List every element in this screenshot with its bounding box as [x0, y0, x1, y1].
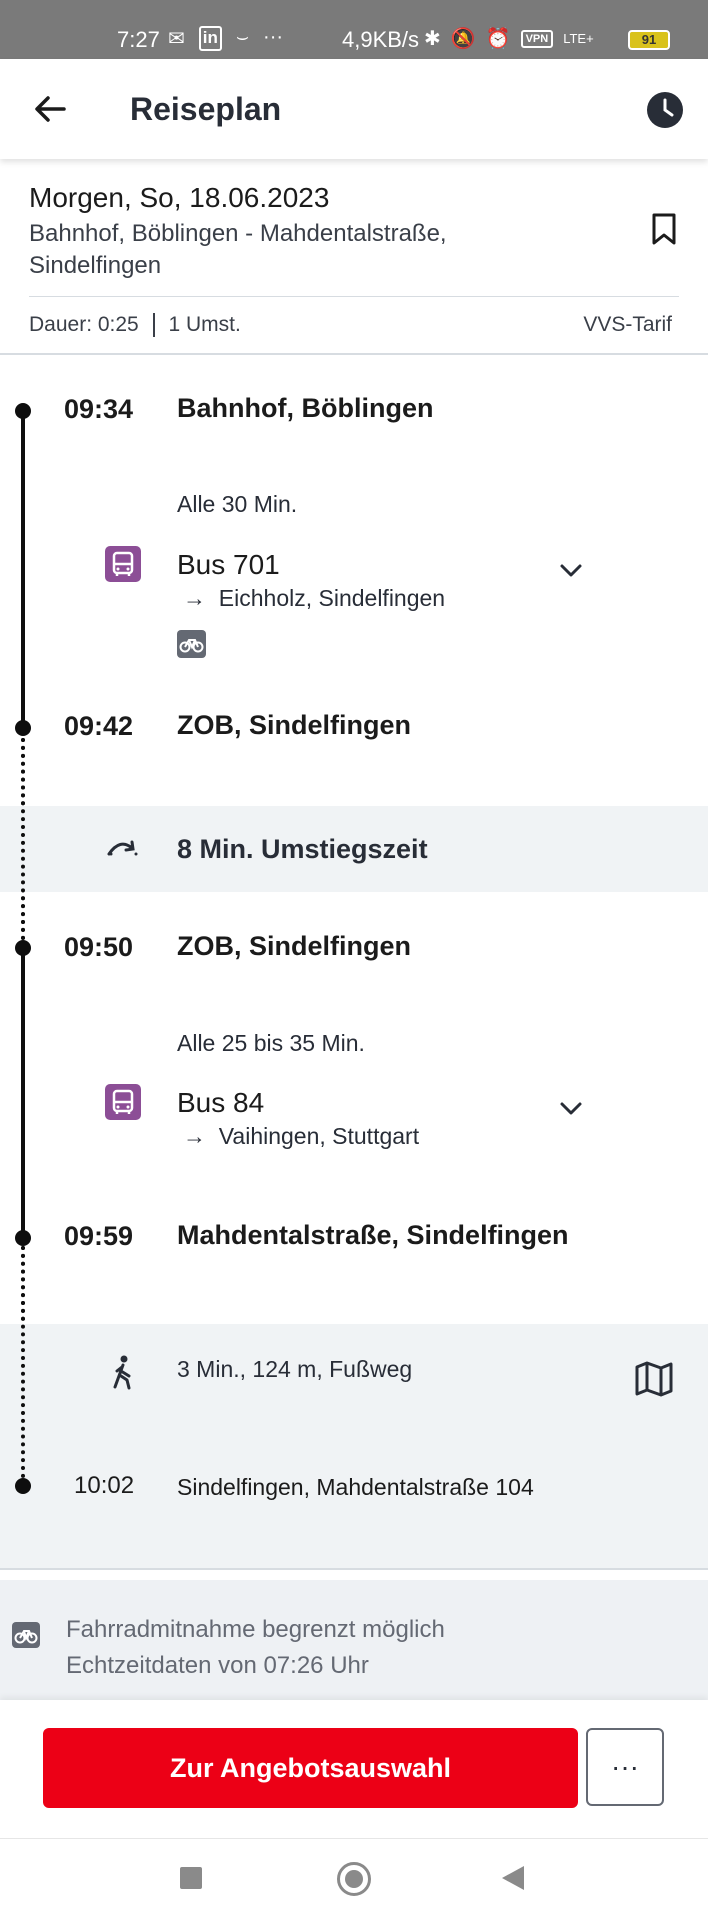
status-bar: 7:27 ✉ in ⌣ ··· 4,9KB/s ✱ 🔕 ⏰ VPN LTE+ 9… — [0, 0, 708, 59]
battery-icon: 91 — [628, 30, 670, 50]
summary-separator — [0, 353, 708, 355]
leg2-direction-text: Vaihingen, Stuttgart — [218, 1123, 420, 1149]
map-icon[interactable] — [634, 1360, 674, 1398]
timeline-node-departure-2 — [15, 940, 31, 956]
leg1-arrival-time: 09:42 — [64, 711, 134, 741]
home-icon[interactable] — [337, 1862, 371, 1896]
final-destination: Sindelfingen, Mahdentalstraße 104 — [177, 1474, 534, 1500]
vpn-icon: VPN — [520, 29, 554, 48]
leg2-direction: → Vaihingen, Stuttgart — [183, 1123, 419, 1150]
leg1-direction-text: Eichholz, Sindelfingen — [218, 585, 446, 611]
leg1-departure-time: 09:34 — [64, 394, 134, 424]
leg2-arrival-time: 09:59 — [64, 1221, 134, 1251]
walk-description: 3 Min., 124 m, Fußweg — [177, 1356, 413, 1382]
timeline-node-destination — [15, 1478, 31, 1494]
transfer-time-label: 8 Min. Umstiegszeit — [177, 834, 428, 864]
leg2-frequency: Alle 25 bis 35 Min. — [177, 1030, 365, 1056]
clock-icon[interactable] — [646, 91, 684, 129]
system-icons: ✱ 🔕 ⏰ VPN LTE+ — [424, 26, 594, 51]
timeline-node-arrival-2 — [15, 1230, 31, 1246]
trip-route: Bahnhof, Böblingen - Mahdentalstraße, Si… — [29, 220, 447, 279]
trip-transfers: 1 Umst. — [168, 313, 241, 336]
walk-separator — [0, 1568, 708, 1570]
bookmark-icon[interactable] — [650, 212, 678, 246]
leg1-frequency: Alle 30 Min. — [177, 491, 298, 517]
realtime-info-text: Echtzeitdaten von 07:26 Uhr — [66, 1652, 369, 1679]
nav-back-icon[interactable] — [502, 1866, 524, 1890]
more-notifications-icon: ··· — [263, 26, 284, 48]
bike-icon — [12, 1622, 40, 1648]
trip-meta: Dauer: 0:25 1 Umst. — [29, 313, 241, 338]
page-title: Reiseplan — [130, 91, 282, 127]
action-bar: Zur Angebotsauswahl ··· — [0, 1700, 708, 1838]
more-options-button[interactable]: ··· — [586, 1728, 664, 1806]
trip-date: Morgen, So, 18.06.2023 — [29, 182, 330, 213]
bike-info-text: Fahrradmitnahme begrenzt möglich — [66, 1616, 445, 1643]
bus-icon — [105, 546, 141, 582]
back-arrow-icon[interactable] — [30, 89, 70, 129]
trip-summary: Morgen, So, 18.06.2023 Bahnhof, Böblinge… — [0, 170, 708, 355]
timeline-segment-bus-84 — [21, 948, 25, 1238]
leg1-arrival-stop[interactable]: ZOB, Sindelfingen — [177, 707, 597, 744]
leg2-line[interactable]: Bus 84 — [177, 1087, 264, 1119]
trip-duration: Dauer: 0:25 — [29, 313, 139, 336]
mute-icon: 🔕 — [450, 28, 476, 50]
leg1-line[interactable]: Bus 701 — [177, 549, 280, 581]
network-speed: 4,9KB/s — [342, 27, 420, 52]
transfer-row: 8 Min. Umstiegszeit — [0, 806, 708, 892]
leg2-departure-time: 09:50 — [64, 932, 134, 962]
tariff-label: VVS-Tarif — [583, 313, 672, 336]
timeline-segment-bus-701 — [21, 410, 25, 728]
final-arrival-time: 10:02 — [74, 1472, 135, 1499]
meta-separator — [152, 313, 155, 338]
bluetooth-icon: ✱ — [424, 28, 441, 50]
linkedin-icon: in — [198, 26, 222, 51]
timeline-transfer-dots-overlay — [21, 738, 25, 948]
arrow-right-icon: → — [183, 1123, 219, 1149]
mail-icon: ✉ — [168, 28, 185, 50]
amazon-icon: ⌣ — [235, 26, 250, 48]
chevron-down-icon[interactable] — [556, 556, 586, 586]
app-bar: Reiseplan — [0, 59, 708, 159]
leg1-direction: → Eichholz, Sindelfingen — [183, 585, 445, 612]
notification-icons: ✉ in ⌣ ··· — [168, 26, 283, 51]
transfer-icon — [107, 840, 138, 856]
bike-icon — [177, 630, 206, 658]
status-time: 7:27 — [117, 27, 160, 52]
chevron-down-icon[interactable] — [556, 1094, 586, 1124]
timeline-node-departure — [15, 403, 31, 419]
timeline-walk-dots-overlay — [21, 1246, 25, 1486]
info-box: Fahrradmitnahme begrenzt möglich Echtzei… — [0, 1580, 708, 1700]
leg1-departure-stop[interactable]: Bahnhof, Böblingen — [177, 390, 597, 427]
alarm-icon: ⏰ — [485, 28, 511, 50]
offer-selection-button[interactable]: Zur Angebotsauswahl — [43, 1728, 578, 1808]
signal-icon: LTE+ — [563, 31, 594, 46]
arrow-right-icon: → — [183, 585, 219, 611]
leg2-departure-stop[interactable]: ZOB, Sindelfingen — [177, 928, 597, 965]
summary-divider — [29, 296, 679, 297]
bus-icon — [105, 1084, 141, 1120]
recent-apps-icon[interactable] — [180, 1867, 202, 1889]
leg2-arrival-stop[interactable]: Mahdentalstraße, Sindelfingen — [177, 1217, 597, 1254]
walking-icon — [113, 1355, 131, 1390]
timeline-node-arrival-1 — [15, 720, 31, 736]
system-nav-bar — [0, 1838, 708, 1920]
walk-section: 3 Min., 124 m, Fußweg 10:02 Sindelfingen… — [0, 1324, 708, 1568]
